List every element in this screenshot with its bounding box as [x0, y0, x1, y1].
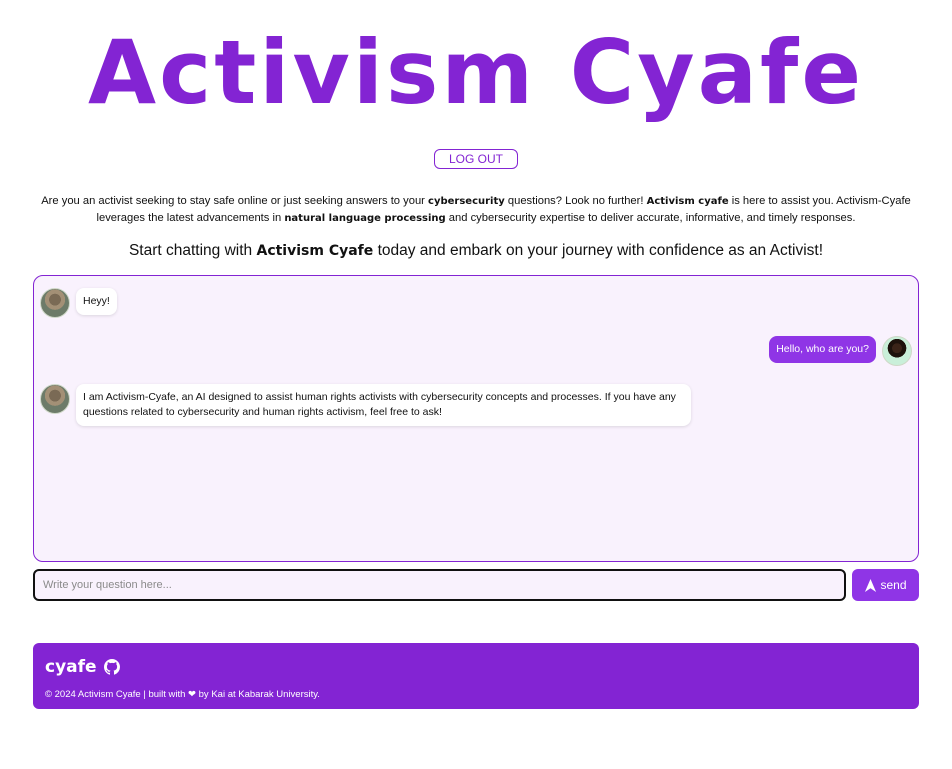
logout-button[interactable]: LOG OUT [434, 149, 518, 169]
bot-message-row: I am Activism-Cyafe, an AI designed to a… [40, 384, 691, 426]
bot-avatar [40, 288, 70, 318]
intro-text-2: questions? Look no further! [504, 195, 647, 207]
intro-paragraph: Are you an activist seeking to stay safe… [36, 193, 916, 227]
user-message-row: Hello, who are you? [769, 336, 912, 366]
app-title: Activism Cyafe [87, 21, 865, 124]
user-avatar [882, 336, 912, 366]
intro-highlight-nlp: natural language processing [284, 213, 446, 224]
intro-highlight-cybersecurity: cybersecurity [428, 196, 505, 207]
footer: cyafe © 2024 Activism Cyafe | built with… [33, 643, 919, 709]
cta-text-1: Start chatting with [128, 242, 257, 259]
send-arrow-icon [865, 578, 877, 592]
send-button[interactable]: send [852, 569, 919, 601]
call-to-action: Start chatting with Activism Cyafe today… [36, 241, 916, 261]
intro-text-1: Are you an activist seeking to stay safe… [41, 195, 429, 207]
cta-text-2: today and embark on your journey with co… [373, 242, 824, 259]
send-label: send [880, 578, 907, 592]
intro-highlight-brand: Activism cyafe [646, 196, 729, 207]
cta-brand: Activism Cyafe [256, 243, 374, 259]
user-message-bubble: Hello, who are you? [769, 336, 876, 363]
copyright-text: © 2024 Activism Cyafe | built with ❤ by … [45, 689, 320, 700]
chat-window[interactable]: Heyy! Hello, who are you? I am Activism-… [33, 275, 919, 562]
bot-avatar [40, 384, 70, 414]
intro-text-4: and cybersecurity expertise to deliver a… [445, 212, 856, 224]
footer-brand: cyafe [45, 657, 97, 677]
github-icon[interactable] [104, 659, 120, 675]
question-input[interactable] [33, 569, 846, 601]
bot-message-row: Heyy! [40, 288, 117, 318]
bot-message-bubble: Heyy! [76, 288, 117, 315]
bot-message-bubble: I am Activism-Cyafe, an AI designed to a… [76, 384, 691, 426]
